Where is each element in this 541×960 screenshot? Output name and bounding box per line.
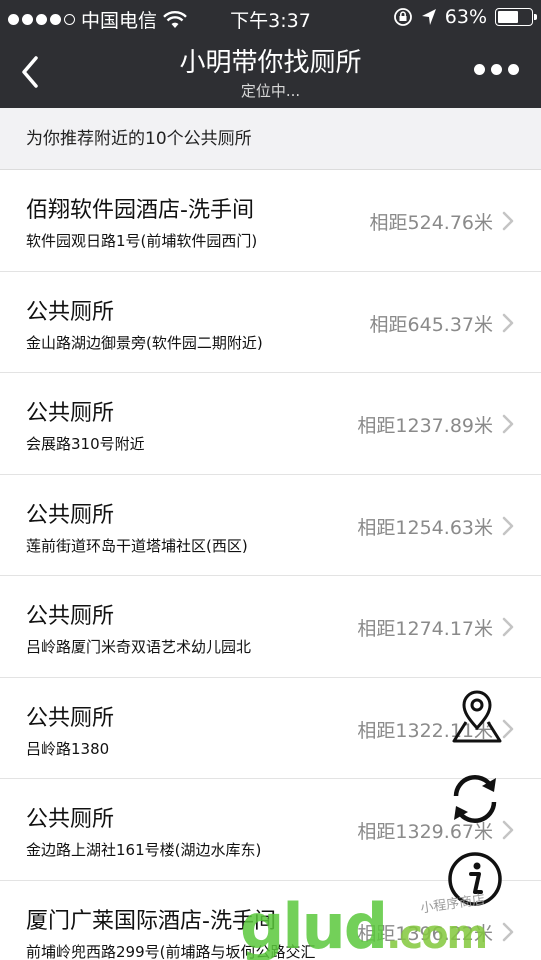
page-title: 小明带你找厕所: [179, 48, 362, 78]
toilet-name: 公共厕所: [26, 807, 115, 832]
toilet-name: 公共厕所: [26, 604, 115, 629]
chevron-right-icon: [502, 414, 514, 434]
status-bar: 中国电信 下午3:37 63%: [0, 0, 541, 36]
toilet-name: 公共厕所: [26, 502, 115, 528]
toilet-address: 金边路上湖社161号楼(湖边水库东): [26, 841, 262, 859]
list-item[interactable]: 公共厕所金山路湖边御景旁(软件园二期附近) 相距645.37米: [0, 272, 541, 373]
toilet-distance: 相距645.37米: [369, 313, 493, 336]
chevron-right-icon: [502, 313, 514, 332]
battery-icon: [495, 8, 537, 26]
list-item[interactable]: 佰翔软件园酒店-洗手间软件园观日路1号(前埔软件园西门) 相距524.76米: [0, 170, 541, 272]
chevron-right-icon: [502, 922, 514, 941]
list-item[interactable]: 公共厕所吕岭路厦门米奇双语艺术幼儿园北 相距1274.17米: [0, 576, 541, 678]
toilet-address: 吕岭路1380: [26, 739, 110, 758]
toilet-distance: 相距1237.89米: [357, 415, 493, 437]
watermark-suffix: .com: [386, 912, 488, 958]
watermark-main: glud: [240, 890, 388, 960]
toilet-distance: 相距1254.63米: [357, 516, 493, 539]
toilet-distance: 相距524.76米: [369, 212, 493, 234]
chevron-right-icon: [502, 516, 514, 535]
toilet-name: 公共厕所: [26, 705, 115, 731]
page-subtitle: 定位中...: [240, 82, 301, 100]
toilet-name: 佰翔软件园酒店-洗手间: [26, 198, 254, 223]
chevron-right-icon: [502, 211, 514, 231]
nav-bar: 小明带你找厕所 定位中...: [0, 36, 541, 108]
status-right: 63%: [393, 6, 537, 28]
chevron-right-icon: [502, 617, 514, 637]
list-header: 为你推荐附近的10个公共厕所: [0, 108, 541, 170]
more-dots-icon[interactable]: [474, 64, 519, 75]
toilet-address: 莲前街道环岛干道塔埔社区(西区): [26, 536, 248, 555]
refresh-icon[interactable]: [446, 770, 504, 828]
battery-percent: 63%: [444, 6, 487, 28]
toilet-address: 软件园观日路1号(前埔软件园西门): [26, 232, 258, 250]
toilet-address: 金山路湖边御景旁(软件园二期附近): [26, 333, 263, 352]
toilet-name: 厦门广莱国际酒店-洗手间: [26, 908, 276, 934]
location-arrow-icon: [421, 9, 436, 25]
toilet-list: 佰翔软件园酒店-洗手间软件园观日路1号(前埔软件园西门) 相距524.76米公共厕…: [0, 170, 541, 960]
rotation-lock-icon: [393, 8, 412, 26]
list-item[interactable]: 公共厕所莲前街道环岛干道塔埔社区(西区) 相距1254.63米: [0, 475, 541, 576]
toilet-address: 吕岭路厦门米奇双语艺术幼儿园北: [26, 638, 252, 656]
list-item[interactable]: 公共厕所会展路310号附近 相距1237.89米: [0, 373, 541, 475]
toilet-name: 公共厕所: [26, 299, 115, 325]
toilet-address: 会展路310号附近: [26, 435, 145, 453]
toilet-distance: 相距1274.17米: [357, 618, 493, 640]
toilet-name: 公共厕所: [26, 401, 115, 426]
map-pin-icon[interactable]: [448, 688, 506, 746]
